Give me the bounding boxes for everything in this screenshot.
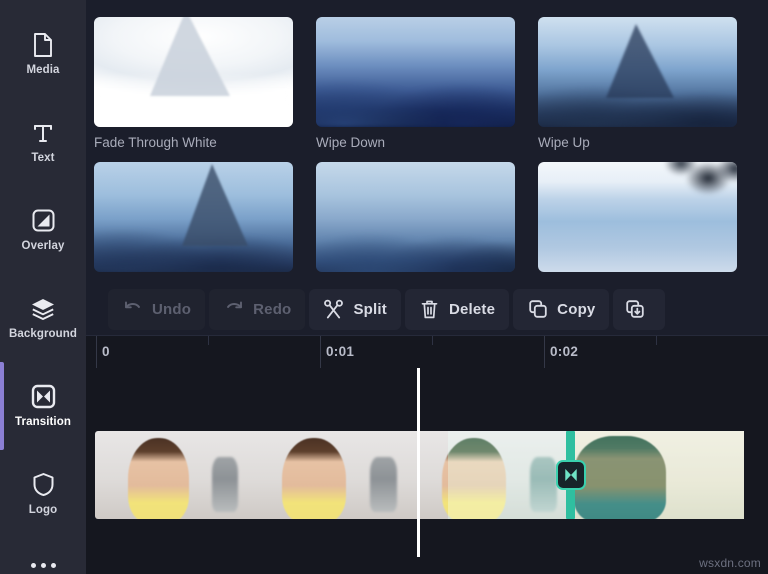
copy-button[interactable]: Copy (513, 288, 610, 330)
transition-thumbnail[interactable] (538, 162, 737, 273)
transition-label: Fade Through White (94, 135, 217, 150)
sidebar-item-label: Logo (28, 503, 58, 516)
redo-arrow-icon (223, 299, 244, 320)
main-area: Fade Through White Wipe Down Wipe Up Und… (86, 0, 768, 574)
watermark: wsxdn.com (699, 556, 761, 570)
transition-card[interactable]: Fade Through White (94, 17, 293, 151)
undo-label: Undo (152, 300, 192, 318)
clip-frame (407, 431, 567, 519)
sidebar-item-label: Text (31, 151, 55, 164)
ruler-tick-minor (432, 336, 433, 345)
dot (40, 562, 46, 568)
trash-icon (419, 299, 440, 320)
text-t-icon (30, 120, 56, 146)
delete-button[interactable]: Delete (404, 288, 510, 330)
ruler-label: 0:01 (326, 344, 355, 359)
sidebar-item-transition[interactable]: Transition (0, 362, 86, 450)
transition-thumbnail[interactable] (94, 17, 293, 127)
sidebar-item-label: Transition (15, 415, 71, 428)
download-icon (624, 299, 645, 320)
dot (50, 562, 56, 568)
dot (30, 562, 36, 568)
transition-card[interactable] (316, 162, 515, 280)
sidebar-item-background[interactable]: Background (0, 274, 86, 362)
clip-frame (95, 431, 247, 519)
timeline-ruler[interactable]: 0 0:01 0:02 (86, 336, 768, 368)
more-dots-icon[interactable] (0, 538, 86, 574)
redo-button[interactable]: Redo (209, 288, 306, 330)
transition-thumbnail[interactable] (316, 17, 515, 127)
playhead[interactable] (417, 368, 420, 557)
sidebar-item-label: Media (26, 63, 60, 76)
copy-icon (527, 299, 548, 320)
timeline-area[interactable] (86, 368, 768, 574)
media-file-icon (30, 32, 56, 58)
sidebar-item-overlay[interactable]: Overlay (0, 186, 86, 274)
sidebar-item-text[interactable]: Text (0, 98, 86, 186)
download-button[interactable] (613, 288, 666, 330)
video-editor-window: Media Text Overlay Background Transition… (0, 0, 768, 574)
sidebar-item-logo[interactable]: Logo (0, 450, 86, 538)
scissors-icon (323, 299, 344, 320)
transition-thumbnail[interactable] (316, 162, 515, 273)
ruler-tick-minor (656, 336, 657, 345)
transitions-grid: Fade Through White Wipe Down Wipe Up (94, 17, 768, 280)
clip-frame (567, 431, 744, 519)
layers-stack-icon (30, 296, 56, 322)
timeline-track[interactable] (95, 431, 768, 519)
ruler-tick-major (320, 336, 321, 368)
ruler-label: 0 (102, 344, 110, 359)
copy-label: Copy (557, 300, 596, 318)
sidebar-item-label: Overlay (21, 239, 65, 252)
ruler-label: 0:02 (550, 344, 579, 359)
ruler-tick-major (544, 336, 545, 368)
transition-card[interactable]: Wipe Up (538, 17, 737, 151)
clip-frame (247, 431, 407, 519)
ruler-tick-major (96, 336, 97, 368)
undo-arrow-icon (122, 299, 143, 320)
transition-label: Wipe Down (316, 135, 386, 150)
sidebar-item-media[interactable]: Media (0, 10, 86, 98)
undo-button[interactable]: Undo (108, 288, 206, 330)
sidebar-item-label: Background (8, 327, 78, 340)
transition-label: Wipe Up (538, 135, 590, 150)
transition-icon (565, 468, 577, 482)
split-button[interactable]: Split (309, 288, 401, 330)
transition-thumbnail[interactable] (94, 162, 293, 273)
transition-thumbnail[interactable] (538, 17, 737, 127)
redo-label: Redo (253, 300, 292, 318)
left-sidebar: Media Text Overlay Background Transition… (0, 0, 86, 574)
editor-toolbar: Undo Redo Split Delete Copy (86, 283, 768, 336)
transition-badge-icon[interactable] (556, 460, 586, 490)
ruler-tick-minor (208, 336, 209, 345)
delete-label: Delete (448, 300, 496, 318)
split-label: Split (353, 300, 387, 318)
overlay-square-icon (30, 208, 56, 234)
transition-card[interactable] (538, 162, 737, 280)
shield-icon (30, 472, 56, 498)
transitions-library-panel: Fade Through White Wipe Down Wipe Up (86, 0, 768, 283)
transition-icon (30, 384, 56, 410)
transition-card[interactable] (94, 162, 293, 280)
transition-card[interactable]: Wipe Down (316, 17, 515, 151)
